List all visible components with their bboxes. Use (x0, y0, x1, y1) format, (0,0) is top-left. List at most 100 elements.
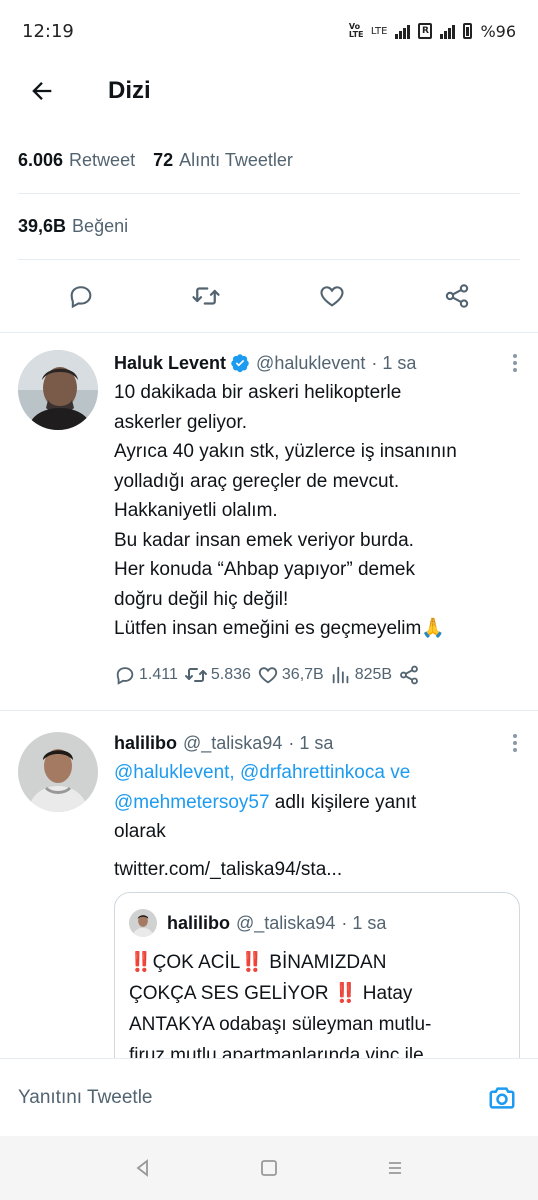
quoted-username: @_taliska94 (236, 912, 336, 933)
retweet-label: Retweet (69, 150, 136, 170)
quoted-tweet[interactable]: halilibo @_taliska94 · 1 sa ‼️ÇOK ACİL‼️… (114, 892, 520, 1058)
volte-indicator: Vo LTE (348, 22, 364, 39)
avatar-halilibo-image (18, 732, 98, 812)
system-navigation-bar (0, 1136, 538, 1200)
tweet-text: 10 dakikada bir askeri helikopterle aske… (114, 382, 457, 639)
status-icons: Vo LTE LTE R %96 (349, 22, 516, 41)
tweet-header: Haluk Levent @haluklevent · 1 sa (114, 350, 524, 376)
lte-indicator: LTE (370, 25, 388, 37)
avatar-haluk-levent-image (18, 350, 98, 430)
reply-context-text: adlı kişilere yanıt (269, 791, 417, 813)
tweet-metrics: 1.411 5.836 36,7B 825B (114, 660, 524, 690)
tweet-actions (18, 260, 520, 332)
status-time: 12:19 (22, 20, 74, 42)
like-metric[interactable]: 36,7B (257, 664, 324, 686)
triangle-back-icon (136, 1159, 148, 1177)
quote-tweets-stat[interactable]: 72 Alıntı Tweetler (153, 150, 293, 171)
quote-count: 72 (153, 150, 174, 170)
nav-back-button[interactable] (123, 1148, 163, 1188)
double-exclamation-emoji: ‼️ (129, 952, 153, 973)
share-button[interactable] (435, 274, 479, 318)
quoted-tweet-header: halilibo @_taliska94 · 1 sa (129, 909, 386, 937)
reply-context: @haluklevent, @drfahrettinkoca ve @mehme… (114, 758, 524, 847)
quoted-text-part: ÇOKÇA SES GELİYOR (129, 983, 334, 1004)
tweet-body: Haluk Levent @haluklevent · 1 sa 10 daki… (114, 350, 524, 690)
username[interactable]: @_taliska94 (183, 733, 282, 754)
retweets-stat[interactable]: 6.006 Retweet (18, 150, 135, 171)
quoted-tweet-text: ‼️ÇOK ACİL‼️ BİNAMIZDAN ÇOKÇA SES GELİYO… (129, 947, 509, 1058)
like-count: 36,7B (281, 665, 324, 683)
tweet-link[interactable]: twitter.com/_taliska94/sta... (114, 855, 524, 885)
username[interactable]: @haluklevent (256, 353, 365, 374)
reply-icon (70, 286, 92, 309)
quoted-text-part: BİNAMIZDAN (269, 952, 387, 973)
page-title: Dizi (108, 77, 151, 104)
nav-recents-button[interactable] (375, 1148, 415, 1188)
reply-context-text-2: olarak (114, 821, 166, 842)
status-bar: 12:19 Vo LTE LTE R %96 (0, 0, 538, 62)
reply-icon (116, 666, 134, 685)
display-name[interactable]: Haluk Levent (114, 353, 226, 374)
quoted-display-name: halilibo (167, 912, 230, 933)
like-count: 39,6B (18, 216, 67, 236)
retweet-button[interactable] (184, 274, 228, 318)
share-icon (446, 284, 469, 308)
top-app-bar: Dizi (0, 62, 538, 120)
retweet-icon (192, 287, 220, 305)
avatar-halilibo-small-image (129, 909, 157, 937)
quote-label: Alıntı Tweetler (179, 150, 293, 170)
tweet-body: halilibo @_taliska94 · 1 sa @haluklevent… (114, 730, 524, 1058)
views-count: 825B (354, 665, 393, 683)
back-button[interactable] (22, 71, 62, 111)
avatar[interactable] (18, 350, 98, 430)
share-icon (400, 665, 418, 684)
reply-button[interactable] (59, 274, 103, 318)
tweet-reply-1[interactable]: Haluk Levent @haluklevent · 1 sa 10 daki… (0, 332, 538, 710)
tweet-header: halilibo @_taliska94 · 1 sa (114, 730, 524, 756)
share-metric[interactable] (398, 664, 420, 686)
heart-icon (258, 666, 278, 683)
battery-icon (463, 23, 473, 39)
avatar[interactable] (18, 732, 98, 812)
like-button[interactable] (310, 274, 354, 318)
battery-percent: %96 (480, 21, 516, 41)
camera-icon (489, 1086, 515, 1109)
reply-composer-bar: Yanıtını Tweetle (0, 1058, 538, 1136)
likes-stat[interactable]: 39,6B Beğeni (18, 216, 128, 237)
menu-lines-icon (389, 1162, 401, 1174)
retweet-icon (184, 667, 207, 682)
quoted-text-part: ANTAKYA odabaşı süleyman mutlu- (129, 1014, 432, 1035)
quoted-text-part: Hatay (362, 983, 413, 1004)
quoted-avatar (129, 909, 157, 937)
reply-count: 1.411 (139, 665, 178, 683)
like-label: Beğeni (72, 216, 129, 236)
tweet-reply-2[interactable]: halilibo @_taliska94 · 1 sa @haluklevent… (0, 710, 538, 1058)
retweet-count: 6.006 (18, 150, 64, 170)
more-options-button[interactable] (506, 350, 524, 376)
signal-icon (395, 23, 411, 39)
mention-link[interactable]: @mehmetersoy57 (114, 792, 270, 813)
display-name[interactable]: halilibo (114, 733, 177, 754)
timestamp[interactable]: · 1 sa (371, 353, 416, 374)
quoted-text-part: firuz mutlu apartmanlarında vinç ile (129, 1045, 424, 1058)
quoted-text-part: ÇOK ACİL (152, 952, 241, 973)
retweet-count: 5.836 (210, 665, 251, 683)
double-exclamation-emoji: ‼️ (240, 952, 264, 973)
verified-badge-icon (231, 354, 249, 373)
mention-links[interactable]: @haluklevent, @drfahrettinkoca ve (114, 762, 410, 783)
nav-home-button[interactable] (249, 1148, 289, 1188)
quoted-timestamp: · 1 sa (341, 912, 387, 933)
camera-button[interactable] (484, 1080, 520, 1116)
heart-icon (320, 286, 344, 307)
reply-input[interactable]: Yanıtını Tweetle (18, 1087, 484, 1109)
retweet-metric[interactable]: 5.836 (184, 663, 251, 687)
views-bar-chart-icon (332, 666, 349, 683)
more-options-button[interactable] (506, 730, 524, 756)
double-exclamation-emoji: ‼️ (333, 983, 358, 1004)
reply-metric[interactable]: 1.411 (114, 664, 178, 686)
square-home-icon (261, 1160, 277, 1176)
signal-2-icon (440, 23, 456, 39)
retweet-quote-stats: 6.006 Retweet 72 Alıntı Tweetler (18, 128, 520, 194)
timestamp[interactable]: · 1 sa (288, 733, 333, 754)
views-metric[interactable]: 825B (330, 664, 392, 686)
